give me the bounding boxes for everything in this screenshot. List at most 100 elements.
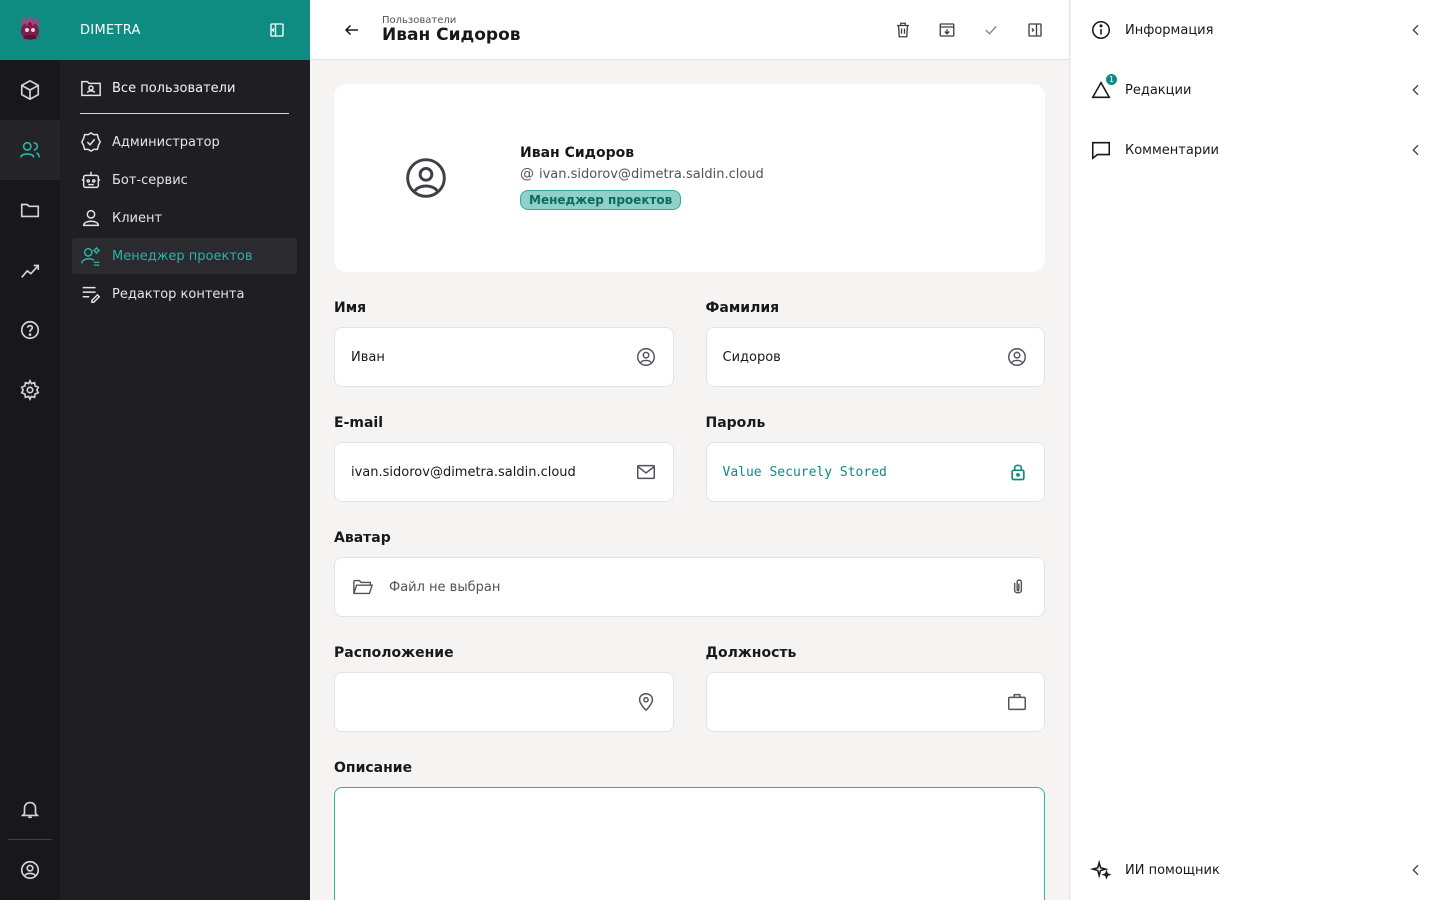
nav-item-label: Клиент [112,210,163,226]
rail-account-button[interactable] [0,840,60,900]
badge-check-icon [80,131,102,153]
rail-notifications-button[interactable] [0,779,60,839]
chevron-left-icon [1412,144,1419,156]
location-label: Расположение [334,645,454,661]
nav-item-label: Администратор [112,134,220,150]
nav-item-content-editor[interactable]: Редактор контента [72,276,297,312]
comment-icon [1089,138,1113,162]
right-panel: Информация 1 Редакции Комментарии ИИ пом… [1071,0,1440,900]
nav-all-users[interactable]: Все пользователи [80,77,289,114]
collapse-sidebar-icon[interactable] [268,21,286,39]
delete-button[interactable] [891,18,915,42]
list-edit-icon [80,283,102,305]
back-button[interactable] [340,18,364,42]
check-icon [985,25,997,35]
icon-rail [0,0,60,900]
save-button[interactable] [979,18,1003,42]
lock-icon [1011,464,1025,481]
rail-content-button[interactable] [0,60,60,120]
rail-files-button[interactable] [0,180,60,240]
last-name-field[interactable]: Сидоров [705,327,1045,387]
nav-header: DIMETRA [60,0,310,60]
bell-icon [20,801,40,819]
nav-item-administrator[interactable]: Администратор [72,124,297,160]
sparkles-icon [1089,858,1113,882]
password-field[interactable]: Value Securely Stored [705,442,1045,502]
user-icon [80,207,102,229]
panel-revisions-label: Редакции [1125,82,1192,98]
top-bar: Пользователи Иван Сидоров [310,0,1069,60]
nav-item-label: Бот-сервис [112,172,188,188]
at-icon: @ [520,166,534,182]
nav-item-bot-service[interactable]: Бот-сервис [72,162,297,198]
nav-item-label: Менеджер проектов [112,248,253,264]
revisions-icon: 1 [1089,72,1119,102]
email-field[interactable]: ivan.sidorov@dimetra.saldin.cloud [334,442,674,502]
profile-name: Иван Сидоров [520,145,635,161]
position-label: Должность [705,645,797,661]
map-pin-icon [638,693,653,712]
user-cog-icon [80,245,102,267]
archive-button[interactable] [935,18,959,42]
folder-icon [20,203,40,218]
user-circle-icon [1008,348,1026,366]
archive-icon [939,22,955,37]
password-label: Пароль [705,415,766,431]
paperclip-icon[interactable] [1008,576,1028,598]
nav-item-project-manager[interactable]: Менеджер проектов [72,238,297,274]
rail-users-button[interactable] [0,120,60,180]
panel-info[interactable]: Информация [1071,0,1440,60]
panel-revisions[interactable]: 1 Редакции [1071,60,1440,120]
chevron-left-icon [1412,24,1419,36]
folder-open-icon [353,579,374,595]
email-value: ivan.sidorov@dimetra.saldin.cloud [351,464,576,480]
user-circle-icon [406,158,446,198]
description-label: Описание [334,760,413,776]
toggle-panel-button[interactable] [1023,18,1047,42]
app-name: DIMETRA [80,22,141,38]
folder-user-icon [80,77,102,99]
nav-sidebar: DIMETRA Все пользователи Администратор Б… [60,0,310,900]
cube-icon [20,79,40,101]
trash-icon [897,22,909,37]
rail-settings-button[interactable] [0,360,60,420]
page-title: Иван Сидоров [382,24,521,45]
bot-icon [80,169,102,191]
revisions-badge: 1 [1104,72,1119,87]
nav-item-client[interactable]: Клиент [72,200,297,236]
mail-icon [636,464,655,480]
description-textarea[interactable] [334,787,1045,900]
avatar [404,156,448,204]
position-field[interactable] [705,672,1045,732]
user-circle-icon [636,348,655,366]
app-logo[interactable] [0,0,60,60]
avatar-placeholder: Файл не выбран [389,579,501,595]
panel-ai-label: ИИ помощник [1125,862,1220,878]
rail-help-button[interactable] [0,300,60,360]
panel-comments-label: Комментарии [1125,142,1219,158]
last-name-value: Сидоров [722,349,781,365]
briefcase-icon [1008,693,1026,711]
rail-insights-button[interactable] [0,240,60,300]
gear-icon [20,379,40,401]
profile-email-text: ivan.sidorov@dimetra.saldin.cloud [539,166,764,182]
panel-comments[interactable]: Комментарии [1071,120,1440,180]
profile-email: @ ivan.sidorov@dimetra.saldin.cloud [520,166,764,182]
password-value: Value Securely Stored [722,464,887,480]
first-name-label: Имя [334,300,367,316]
chevron-left-icon [1412,864,1419,876]
help-icon [20,320,40,340]
profile-card: Иван Сидоров @ ivan.sidorov@dimetra.sald… [334,84,1045,272]
location-field[interactable] [334,672,674,732]
email-label: E-mail [334,415,384,431]
info-icon [1089,18,1113,42]
user-circle-icon [20,860,40,880]
chart-icon [21,264,40,278]
nav-item-label: Редактор контента [112,286,245,302]
avatar-file-field[interactable]: Файл не выбран [334,557,1045,617]
first-name-field[interactable]: Иван [334,327,674,387]
arrow-left-icon [344,24,358,35]
sidebar-right-icon [1028,22,1042,37]
main-panel: Пользователи Иван Сидоров Иван Сидоров @… [310,0,1070,900]
panel-ai-assistant[interactable]: ИИ помощник [1071,840,1440,900]
